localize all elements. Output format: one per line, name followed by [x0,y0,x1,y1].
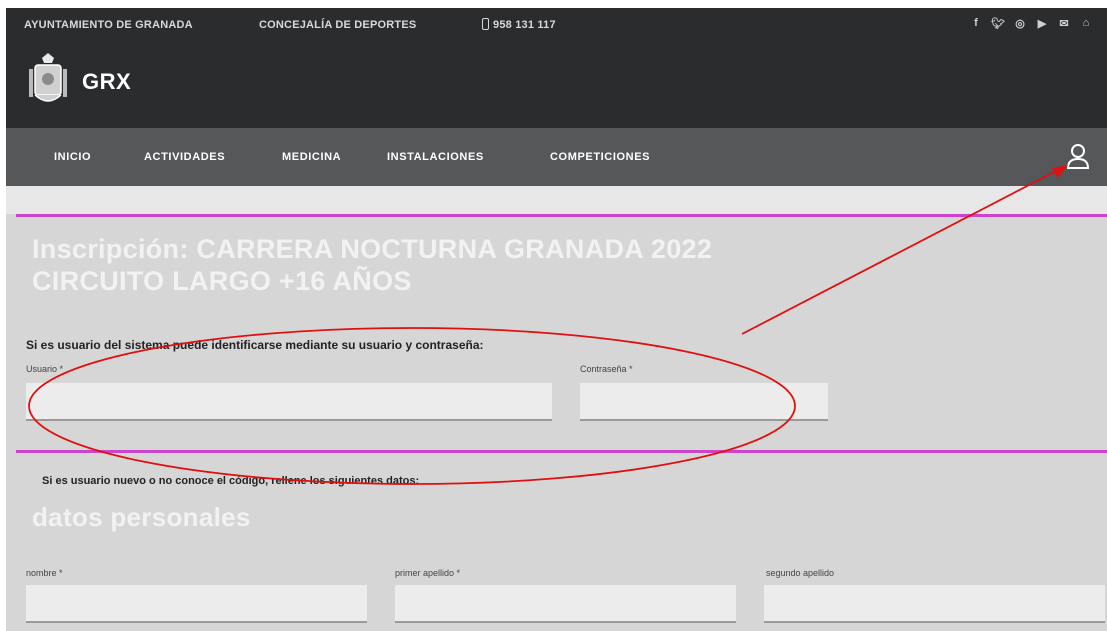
nav-item-competiciones[interactable]: COMPETICIONES [550,151,650,163]
personal-data-heading: datos personales [32,502,251,532]
instagram-icon[interactable]: ◎ [1009,17,1031,30]
grx-logo-text[interactable]: GRX [82,69,131,95]
home-icon[interactable]: ⌂ [1075,17,1097,30]
page-title-line2: CIRCUITO LARGO +16 AÑOS [32,266,412,296]
phone-icon [482,18,489,30]
nav-item-inicio[interactable]: INICIO [54,151,91,163]
facebook-icon[interactable]: f [965,17,987,30]
section-divider [16,214,1107,217]
usuario-label: Usuario * [26,364,64,374]
ayuntamiento-link[interactable]: AYUNTAMIENTO DE GRANADA [24,19,193,31]
social-links: f 🐦︎ ◎ ▶ ✉ ⌂ [965,17,1097,30]
contrasena-label: Contraseña * [580,364,633,374]
concejalia-link[interactable]: CONCEJALÍA DE DEPORTES [259,19,416,31]
granada-crest-icon[interactable] [26,51,70,109]
section-divider [16,450,1107,453]
segundo-apellido-label: segundo apellido [766,568,835,578]
primer-apellido-input[interactable] [395,585,736,623]
twitter-icon[interactable]: 🐦︎ [987,17,1009,30]
top-spacer [6,186,1107,214]
user-icon[interactable] [1066,142,1090,170]
page-title-line1: Inscripción: CARRERA NOCTURNA GRANADA 20… [32,234,713,264]
nombre-input[interactable] [26,585,367,623]
nav-item-medicina[interactable]: MEDICINA [282,151,341,163]
contrasena-input[interactable] [580,383,828,421]
nav-item-instalaciones[interactable]: INSTALACIONES [387,151,484,163]
registration-form-area: Inscripción: CARRERA NOCTURNA GRANADA 20… [6,186,1107,631]
login-prompt: Si es usuario del sistema puede identifi… [26,338,484,352]
nombre-label: nombre * [26,568,63,578]
top-info-bar: AYUNTAMIENTO DE GRANADA CONCEJALÍA DE DE… [6,8,1107,43]
phone-number[interactable]: 958 131 117 [493,19,556,31]
main-nav: INICIO ACTIVIDADES MEDICINA INSTALACIONE… [6,128,1107,186]
segundo-apellido-input[interactable] [764,585,1105,623]
usuario-input[interactable] [26,383,552,421]
nav-item-actividades[interactable]: ACTIVIDADES [144,151,225,163]
new-user-prompt: Si es usuario nuevo o no conoce el códig… [42,475,420,487]
primer-apellido-label: primer apellido * [395,568,461,578]
logo-bar: GRX [6,43,1107,128]
mail-icon[interactable]: ✉ [1053,17,1075,30]
youtube-icon[interactable]: ▶ [1031,17,1053,30]
